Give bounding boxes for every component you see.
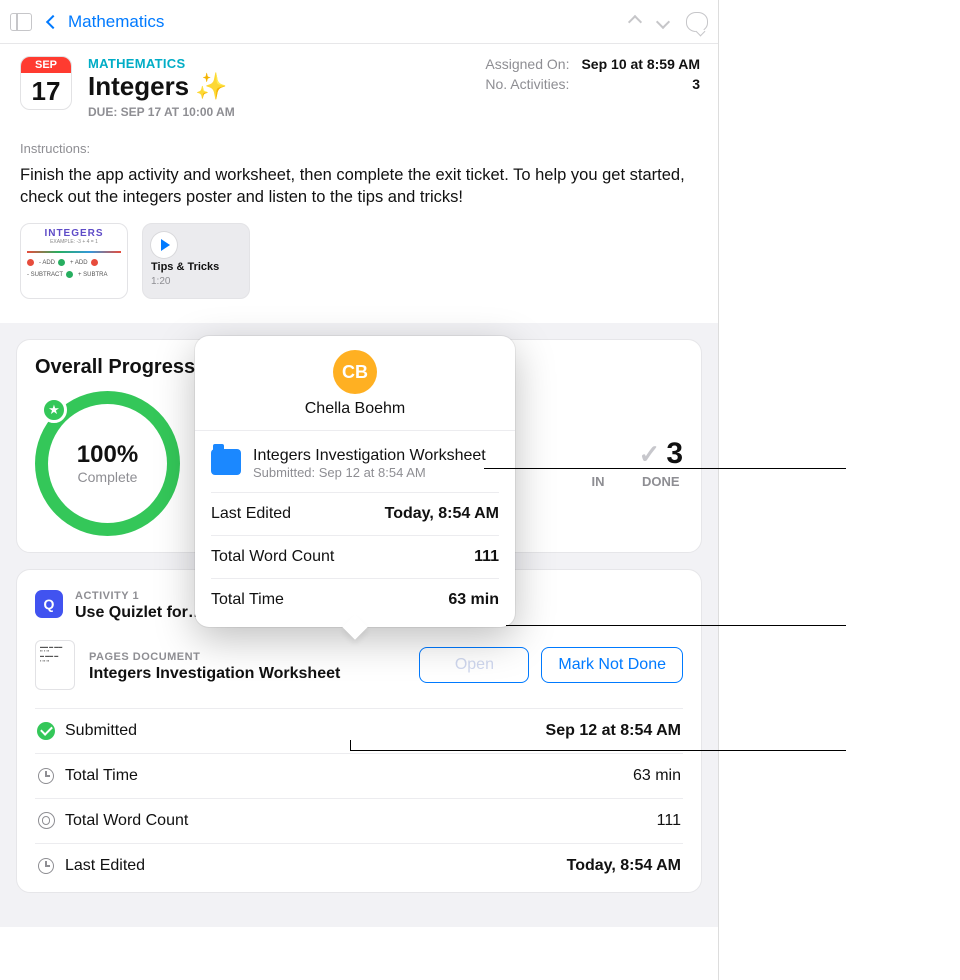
document-title: Integers Investigation Worksheet — [89, 665, 340, 683]
progress-ring: ★ 100% Complete — [35, 391, 180, 536]
back-chevron-icon[interactable] — [46, 14, 60, 28]
activities-value: 3 — [692, 76, 700, 92]
gear-icon — [38, 812, 55, 829]
open-button[interactable]: Open — [419, 647, 529, 683]
quizlet-icon: Q — [35, 590, 63, 618]
popover-k1: Last Edited — [211, 505, 291, 523]
document-eyebrow: PAGES DOCUMENT — [89, 651, 200, 663]
attachments-row: INTEGERS EXAMPLE: -3 + 4 = 1 - ADD + ADD… — [0, 209, 718, 323]
popover-last-edited: Last Edited Today, 8:54 AM — [211, 493, 499, 536]
calendar-month: SEP — [21, 57, 71, 73]
popover-total-time: Total Time 63 min — [211, 579, 499, 611]
progress-hidden-label: IN — [592, 474, 605, 489]
student-progress-popover: CB Chella Boehm Integers Investigation W… — [195, 336, 515, 627]
last-edited-value: Today, 8:54 AM — [567, 857, 681, 875]
assignment-title: Integers ✨ — [88, 71, 469, 102]
clock-icon — [38, 768, 54, 784]
assignment-meta: Assigned On: Sep 10 at 8:59 AM No. Activ… — [485, 56, 700, 119]
done-label: DONE — [642, 474, 680, 489]
popover-file-row[interactable]: Integers Investigation Worksheet Submitt… — [211, 441, 499, 493]
popover-v2: 111 — [474, 548, 499, 566]
attachment-media[interactable]: Tips & Tricks 1:20 — [142, 223, 250, 299]
subject-label: MATHEMATICS — [88, 56, 469, 71]
poster-title: INTEGERS — [27, 228, 121, 239]
callout-line — [350, 740, 351, 750]
popover-v1: Today, 8:54 AM — [385, 505, 499, 523]
popover-file-subtitle: Submitted: Sep 12 at 8:54 AM — [253, 465, 486, 480]
detail-total-time: Total Time 63 min — [35, 753, 683, 798]
mark-not-done-button[interactable]: Mark Not Done — [541, 647, 683, 683]
detail-last-edited: Last Edited Today, 8:54 AM — [35, 843, 683, 888]
star-badge-icon: ★ — [41, 397, 67, 423]
callout-line — [506, 625, 846, 626]
student-avatar: CB — [333, 350, 377, 394]
submitted-check-icon — [37, 722, 55, 740]
progress-stat-hidden: IN — [592, 437, 605, 489]
sidebar-toggle-icon[interactable] — [10, 13, 32, 31]
popover-k2: Total Word Count — [211, 548, 334, 566]
callout-line — [350, 750, 846, 751]
instructions-text: Finish the app activity and worksheet, t… — [20, 164, 698, 209]
popover-v3: 63 min — [448, 591, 499, 609]
submitted-value: Sep 12 at 8:54 AM — [546, 722, 681, 740]
time-label: Total Time — [65, 767, 138, 785]
done-count: 3 — [666, 437, 683, 471]
sparkle-icon: ✨ — [195, 71, 227, 102]
assigned-on-value: Sep 10 at 8:59 AM — [581, 56, 700, 72]
nav-bar: Mathematics — [0, 0, 718, 44]
detail-word-count: Total Word Count 111 — [35, 798, 683, 843]
callout-line — [484, 468, 846, 469]
activity-eyebrow: ACTIVITY 1 — [75, 590, 139, 602]
last-edited-label: Last Edited — [65, 857, 145, 875]
activity-title: Use Quizlet for… — [75, 604, 204, 622]
document-row: ▬▬ ▬ ▬▬▪▪ ▪ ▪▪▬ ▬▬ ▬▪ ▪▪ ▪▪ PAGES DOCUME… — [35, 640, 683, 690]
checkmark-icon: ✓ — [639, 439, 661, 470]
popover-file-title: Integers Investigation Worksheet — [253, 447, 486, 465]
assignment-header: SEP 17 MATHEMATICS Integers ✨ DUE: SEP 1… — [0, 44, 718, 123]
next-assignment-chevron-icon[interactable] — [656, 14, 670, 28]
student-name: Chella Boehm — [305, 400, 406, 418]
media-duration: 1:20 — [151, 276, 241, 287]
progress-complete-label: Complete — [77, 469, 138, 485]
folder-icon — [211, 449, 241, 475]
due-date: DUE: SEP 17 AT 10:00 AM — [88, 105, 469, 119]
calendar-badge: SEP 17 — [20, 56, 72, 110]
instructions-heading: Instructions: — [20, 141, 698, 156]
document-thumbnail[interactable]: ▬▬ ▬ ▬▬▪▪ ▪ ▪▪▬ ▬▬ ▬▪ ▪▪ ▪▪ — [35, 640, 75, 690]
submitted-label: Submitted — [65, 722, 137, 740]
time-value: 63 min — [633, 767, 681, 785]
assignment-title-text: Integers — [88, 71, 189, 102]
back-button[interactable]: Mathematics — [68, 12, 164, 32]
instructions-block: Instructions: Finish the app activity an… — [0, 141, 718, 209]
document-details-list: Submitted Sep 12 at 8:54 AM Total Time 6… — [35, 708, 683, 888]
media-title: Tips & Tricks — [151, 261, 241, 273]
clock-icon — [38, 858, 54, 874]
progress-stat-done: ✓3 DONE — [639, 437, 683, 489]
comments-icon[interactable] — [686, 12, 708, 32]
attachment-poster[interactable]: INTEGERS EXAMPLE: -3 + 4 = 1 - ADD + ADD… — [20, 223, 128, 299]
assigned-on-label: Assigned On: — [485, 56, 569, 72]
schoolwork-assignment-detail: Mathematics SEP 17 MATHEMATICS Integers … — [0, 0, 718, 980]
word-count-label: Total Word Count — [65, 812, 188, 830]
detail-submitted: Submitted Sep 12 at 8:54 AM — [35, 708, 683, 753]
play-icon[interactable] — [151, 232, 177, 258]
activities-label: No. Activities: — [485, 76, 569, 92]
popover-k3: Total Time — [211, 591, 284, 609]
popover-word-count: Total Word Count 111 — [211, 536, 499, 579]
prev-assignment-chevron-icon[interactable] — [628, 14, 642, 28]
word-count-value: 111 — [657, 812, 681, 830]
progress-percent: 100% — [77, 441, 138, 469]
calendar-day: 17 — [32, 73, 61, 109]
